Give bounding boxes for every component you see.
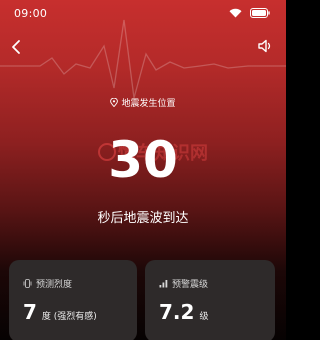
intensity-unit: 度 (强烈有感) — [41, 312, 97, 322]
countdown-label: 秒后地震波到达 — [97, 211, 189, 226]
status-time: 09:00 — [14, 7, 48, 20]
magnitude-value: 7.2 — [159, 300, 195, 324]
location-label: 地震发生位置 — [121, 99, 176, 109]
wifi-icon — [229, 8, 242, 18]
status-bar: 09:00 — [0, 0, 286, 28]
intensity-value: 7 — [23, 300, 37, 324]
predicted-intensity-card: 预测烈度 7 度 (强烈有感) — [9, 260, 137, 340]
warning-magnitude-card: 预警震级 7.2 级 — [145, 260, 275, 340]
location-pin-icon — [110, 97, 119, 108]
earthquake-location-link[interactable]: 地震发生位置 — [0, 96, 286, 109]
earthquake-alert-screen: 09:00 地震发生位置 懂车知识网 30 秒后地震波到达 预测烈度 7 度 (… — [0, 0, 286, 340]
signal-bars-icon — [159, 280, 168, 288]
magnitude-unit: 级 — [199, 312, 209, 322]
speaker-icon[interactable] — [256, 37, 274, 55]
back-button[interactable] — [7, 37, 27, 57]
magnitude-title: 预警震级 — [172, 280, 209, 290]
countdown-seconds: 30 — [108, 131, 178, 189]
intensity-title: 预测烈度 — [36, 280, 73, 290]
battery-icon — [250, 8, 270, 18]
phone-vibrate-icon — [23, 279, 32, 288]
